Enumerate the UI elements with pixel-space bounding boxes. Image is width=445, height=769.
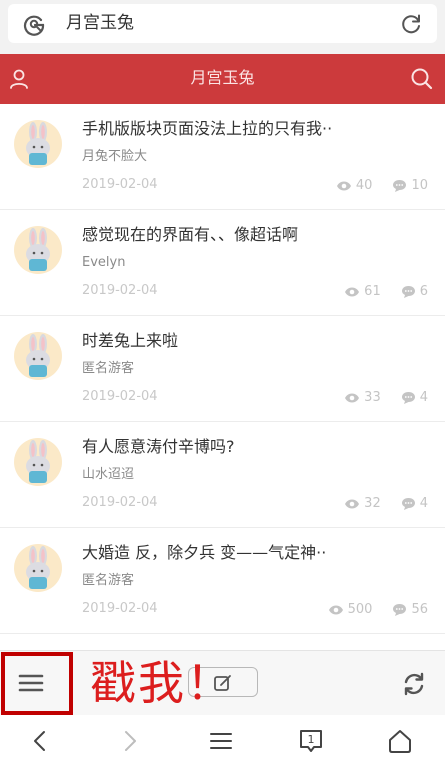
hamburger-menu-icon[interactable]	[18, 672, 44, 694]
avatar[interactable]	[14, 226, 62, 274]
rabbit-avatar-icon	[26, 122, 50, 165]
menu-button-highlight[interactable]	[1, 652, 73, 715]
avatar[interactable]	[14, 544, 62, 592]
address-query[interactable]: 月宫玉兔	[66, 13, 134, 33]
comment-count: 4	[419, 390, 428, 405]
view-count: 33	[364, 390, 381, 405]
comment-icon	[401, 498, 415, 510]
comment-icon	[401, 286, 415, 298]
search-g-icon[interactable]	[22, 12, 46, 36]
view-count: 40	[355, 178, 373, 193]
view-count: 61	[364, 284, 381, 299]
comment-count: 10	[411, 178, 428, 193]
search-icon[interactable]	[410, 67, 433, 90]
post-title[interactable]: 时差兔上来啦	[82, 330, 178, 352]
post-item[interactable]: 时差兔上来啦 匿名游客 2019-02-04 33 4	[0, 316, 445, 422]
post-date: 2019-02-04	[82, 601, 158, 616]
post-author: 山水迢迢	[82, 467, 135, 482]
back-icon[interactable]	[26, 727, 54, 755]
post-date: 2019-02-04	[82, 389, 158, 404]
post-title[interactable]: 有人愿意涛付辛博吗?	[82, 436, 235, 458]
poke-me-annotation: 戳我！	[90, 656, 234, 710]
post-date: 2019-02-04	[82, 283, 158, 298]
tab-count: 1	[308, 733, 315, 746]
page-title: 月宫玉兔	[190, 68, 255, 87]
comment-count: 6	[419, 284, 428, 299]
post-author: Evelyn	[82, 255, 126, 270]
avatar[interactable]	[14, 438, 62, 486]
post-stats: 32 4	[344, 496, 428, 512]
post-title[interactable]: 手机版版块页面没法上拉的只有我··	[82, 118, 332, 140]
rabbit-avatar-icon	[26, 546, 50, 589]
home-icon[interactable]	[386, 727, 414, 755]
comment-count: 4	[419, 496, 428, 511]
comment-icon	[401, 392, 415, 404]
forward-icon[interactable]	[116, 727, 144, 755]
post-stats: 33 4	[344, 390, 428, 406]
address-bar[interactable]: 月宫玉兔	[8, 4, 437, 43]
post-stats: 61 6	[344, 284, 428, 300]
eye-icon	[345, 287, 360, 297]
reload-icon[interactable]	[399, 12, 423, 36]
eye-icon	[345, 393, 360, 403]
avatar[interactable]	[14, 332, 62, 380]
post-item[interactable]: 有人愿意涛付辛博吗? 山水迢迢 2019-02-04 32 4	[0, 422, 445, 528]
post-item[interactable]: 感觉现在的界面有、、像超话啊 Evelyn 2019-02-04 61 6	[0, 210, 445, 316]
post-date: 2019-02-04	[82, 177, 158, 192]
rabbit-avatar-icon	[26, 334, 50, 377]
eye-icon	[336, 181, 351, 191]
view-count: 32	[364, 496, 381, 511]
view-count: 500	[347, 602, 373, 617]
tabs-icon[interactable]: 1	[297, 727, 325, 755]
post-author: 月兔不脸大	[82, 149, 148, 164]
post-item[interactable]: 大婚造 反，除夕兵 变——气定神·· 匿名游客 2019-02-04 500 5…	[0, 528, 445, 634]
browser-nav-bar: 1	[0, 715, 445, 769]
post-date: 2019-02-04	[82, 495, 158, 510]
menu-icon[interactable]	[207, 727, 235, 755]
comment-icon	[393, 604, 407, 616]
post-title[interactable]: 感觉现在的界面有、、像超话啊	[82, 224, 298, 246]
post-author: 匿名游客	[82, 573, 135, 588]
forum-header: 月宫玉兔	[0, 54, 445, 104]
post-list: 手机版版块页面没法上拉的只有我·· 月兔不脸大 2019-02-04 40 10…	[0, 104, 445, 634]
rabbit-avatar-icon	[26, 440, 50, 483]
refresh-icon[interactable]	[401, 671, 427, 697]
post-author: 匿名游客	[82, 361, 135, 376]
eye-icon	[328, 605, 343, 615]
post-title[interactable]: 大婚造 反，除夕兵 变——气定神··	[82, 542, 326, 564]
avatar[interactable]	[14, 120, 62, 168]
post-stats: 40 10	[336, 178, 428, 194]
post-item[interactable]: 手机版版块页面没法上拉的只有我·· 月兔不脸大 2019-02-04 40 10	[0, 104, 445, 210]
address-bar-area: 月宫玉兔	[0, 0, 445, 54]
comment-icon	[393, 180, 407, 192]
rabbit-avatar-icon	[26, 228, 50, 271]
post-stats: 500 56	[328, 602, 428, 618]
comment-count: 56	[411, 602, 428, 617]
bottom-toolbar: 戳我！	[0, 650, 445, 715]
eye-icon	[345, 499, 360, 509]
